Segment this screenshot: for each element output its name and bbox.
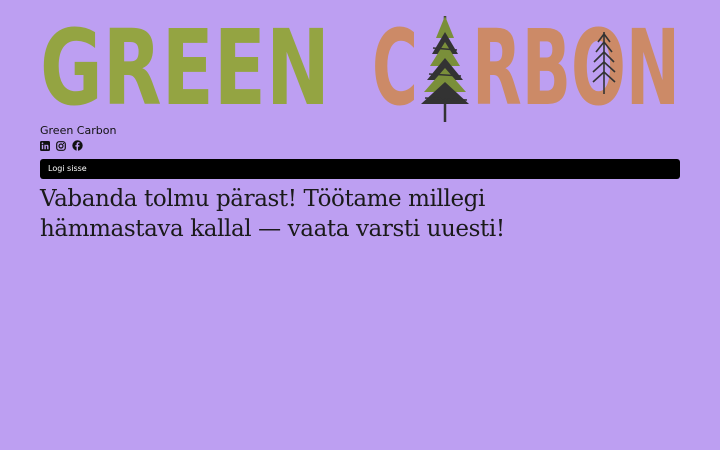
linkedin-link[interactable] — [40, 140, 50, 151]
linkedin-icon — [40, 140, 50, 151]
facebook-link[interactable] — [72, 140, 83, 151]
logo-letter-c: C — [372, 8, 418, 126]
coming-soon-headline: Vabanda tolmu pärast! Töötame millegi hä… — [40, 186, 505, 242]
logo-word-rbon: RBON — [472, 8, 680, 126]
logo-tree-icon — [421, 16, 469, 122]
instagram-link[interactable] — [56, 140, 66, 151]
instagram-icon — [56, 140, 66, 151]
login-button[interactable]: Logi sisse — [40, 159, 680, 179]
green-carbon-logo: GREEN C RBON — [40, 8, 680, 126]
facebook-icon — [72, 140, 83, 151]
site-name: Green Carbon — [40, 124, 117, 137]
social-links — [40, 140, 83, 151]
logo-word-green: GREEN — [40, 8, 330, 126]
